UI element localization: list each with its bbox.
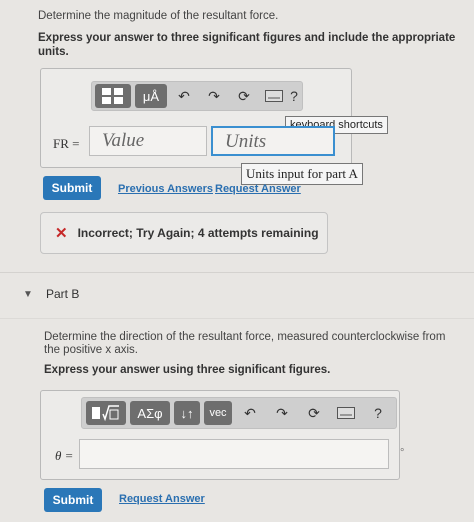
templates-button[interactable]: [95, 84, 131, 108]
arrows-button[interactable]: ↓↑: [174, 401, 200, 425]
greek-button[interactable]: ΑΣφ: [130, 401, 170, 425]
templates-icon: [102, 88, 123, 104]
keyboard-icon[interactable]: [336, 401, 356, 425]
feedback-text: Incorrect; Try Again; 4 attempts remaini…: [77, 226, 319, 240]
part-a-question: Determine the magnitude of the resultant…: [38, 10, 279, 22]
templates-icon: [92, 405, 119, 422]
part-b-collapse-icon[interactable]: ▼: [23, 289, 33, 300]
part-a-answer-box: μÅ ↶ ↷ ⟳ ? keyboard shortcuts FR = Value…: [40, 68, 388, 168]
part-a-submit-button[interactable]: Submit: [43, 176, 101, 200]
help-button-b[interactable]: ?: [368, 401, 388, 425]
part-b-toolbar: ΑΣφ ↓↑ vec ↶ ↷ ⟳ ?: [81, 397, 397, 429]
reset-icon[interactable]: ⟳: [304, 401, 324, 425]
undo-icon[interactable]: ↶: [174, 84, 194, 108]
section-divider: [0, 272, 474, 273]
units-input-tooltip: Units input for part A: [241, 163, 363, 185]
undo-icon[interactable]: ↶: [240, 401, 260, 425]
part-b-answer-box: ΑΣφ ↓↑ vec ↶ ↷ ⟳ ? θ =: [40, 390, 400, 480]
templates-button-b[interactable]: [86, 401, 126, 425]
fr-label: FR =: [53, 136, 80, 151]
degree-unit: °: [400, 447, 405, 459]
previous-answers-link[interactable]: Previous Answers: [118, 183, 213, 195]
part-b-request-answer-link[interactable]: Request Answer: [119, 493, 205, 505]
part-a-toolbar: μÅ ↶ ↷ ⟳ ?: [91, 81, 303, 111]
error-x-icon: ✕: [55, 225, 68, 242]
value-input[interactable]: Value: [89, 126, 207, 156]
part-b-instruction: Express your answer using three signific…: [44, 364, 331, 376]
part-b-title[interactable]: Part B: [46, 287, 79, 301]
vec-button[interactable]: vec: [204, 401, 232, 425]
reset-icon[interactable]: ⟳: [234, 84, 254, 108]
keyboard-icon[interactable]: [264, 84, 284, 108]
feedback-box: ✕ Incorrect; Try Again; 4 attempts remai…: [40, 212, 328, 254]
request-answer-link[interactable]: Request Answer: [215, 183, 301, 195]
redo-icon[interactable]: ↷: [272, 401, 292, 425]
redo-icon[interactable]: ↷: [204, 84, 224, 108]
part-b-divider: [0, 318, 474, 319]
part-b-question: Determine the direction of the resultant…: [44, 331, 446, 356]
units-input[interactable]: Units: [211, 126, 335, 156]
part-b-submit-button[interactable]: Submit: [44, 488, 102, 512]
help-button[interactable]: ?: [284, 84, 304, 108]
part-a-instruction: Express your answer to three significant…: [38, 32, 456, 58]
theta-label: θ =: [55, 448, 74, 463]
units-button[interactable]: μÅ: [135, 84, 167, 108]
units-label: μÅ: [142, 88, 160, 104]
angle-input[interactable]: [79, 439, 389, 469]
